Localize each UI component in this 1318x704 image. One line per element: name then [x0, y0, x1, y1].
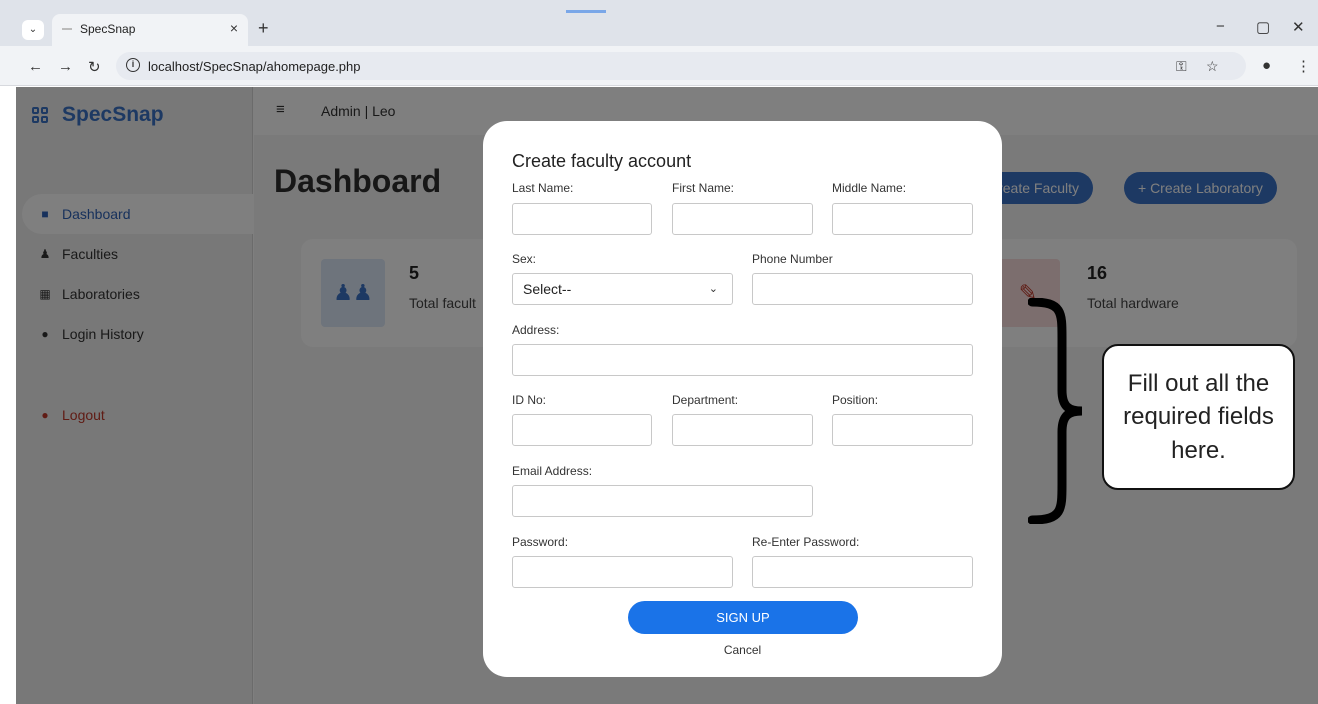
profile-icon[interactable]: ●: [1262, 57, 1271, 74]
sign-up-button[interactable]: SIGN UP: [628, 601, 858, 634]
curly-brace-annotation: [1028, 298, 1083, 524]
back-arrow-icon[interactable]: ←: [28, 58, 43, 75]
tab-search-chevron-icon[interactable]: ⌄: [22, 20, 44, 40]
close-window-button[interactable]: ✕: [1292, 18, 1305, 36]
id-no-label: ID No:: [512, 393, 547, 407]
position-field[interactable]: [832, 414, 973, 446]
address-label: Address:: [512, 323, 560, 337]
address-field[interactable]: [512, 344, 973, 376]
browser-menu-icon[interactable]: ⋮: [1296, 57, 1311, 75]
tab-title: SpecSnap: [80, 22, 136, 36]
sex-select[interactable]: Select-- ⌄: [512, 273, 733, 305]
site-info-icon[interactable]: i: [126, 58, 140, 72]
callout-box: Fill out all the required fields here.: [1102, 344, 1295, 490]
email-field[interactable]: [512, 485, 813, 517]
minimize-button[interactable]: −: [1216, 18, 1225, 35]
sex-selected-value: Select--: [523, 281, 572, 297]
reload-icon[interactable]: ↻: [88, 58, 101, 76]
modal-title: Create faculty account: [512, 151, 692, 171]
middle-name-field[interactable]: [832, 203, 973, 235]
first-name-field[interactable]: [672, 203, 813, 235]
chevron-down-icon: ⌄: [708, 283, 718, 295]
reenter-password-field[interactable]: [752, 556, 973, 588]
favicon-icon: [62, 28, 72, 30]
last-name-field[interactable]: [512, 203, 652, 235]
new-tab-button[interactable]: +: [258, 18, 269, 39]
tab-indicator: [566, 10, 606, 13]
browser-tab[interactable]: SpecSnap ×: [52, 14, 248, 46]
phone-label: Phone Number: [752, 252, 833, 266]
department-label: Department:: [672, 393, 739, 407]
last-name-label: Last Name:: [512, 181, 574, 195]
bookmark-star-icon[interactable]: ☆: [1206, 58, 1219, 75]
first-name-label: First Name:: [672, 181, 735, 195]
cancel-button[interactable]: Cancel: [483, 643, 1002, 657]
create-faculty-modal: Create faculty account Last Name: First …: [483, 121, 1002, 677]
restore-button[interactable]: ▢: [1256, 18, 1270, 36]
url-text: localhost/SpecSnap/ahomepage.php: [148, 59, 361, 74]
middle-name-label: Middle Name:: [832, 181, 907, 195]
url-input[interactable]: i localhost/SpecSnap/ahomepage.php ⚿ ☆: [116, 52, 1246, 80]
password-field[interactable]: [512, 556, 733, 588]
sex-label: Sex:: [512, 252, 537, 266]
forward-arrow-icon[interactable]: →: [58, 58, 73, 75]
password-label: Password:: [512, 535, 569, 549]
tab-close-icon[interactable]: ×: [230, 20, 238, 36]
phone-number-field[interactable]: [752, 273, 973, 305]
department-field[interactable]: [672, 414, 813, 446]
email-label: Email Address:: [512, 464, 593, 478]
callout-text: Fill out all the required fields here.: [1123, 369, 1274, 464]
browser-tab-bar: ⌄ SpecSnap × + − ▢ ✕: [0, 0, 1318, 46]
id-no-field[interactable]: [512, 414, 652, 446]
reenter-password-label: Re-Enter Password:: [752, 535, 860, 549]
modal-backdrop[interactable]: [16, 133, 254, 704]
position-label: Position:: [832, 393, 879, 407]
address-bar-row: ← → ↻ i localhost/SpecSnap/ahomepage.php…: [0, 46, 1318, 86]
password-key-icon[interactable]: ⚿: [1176, 58, 1187, 75]
